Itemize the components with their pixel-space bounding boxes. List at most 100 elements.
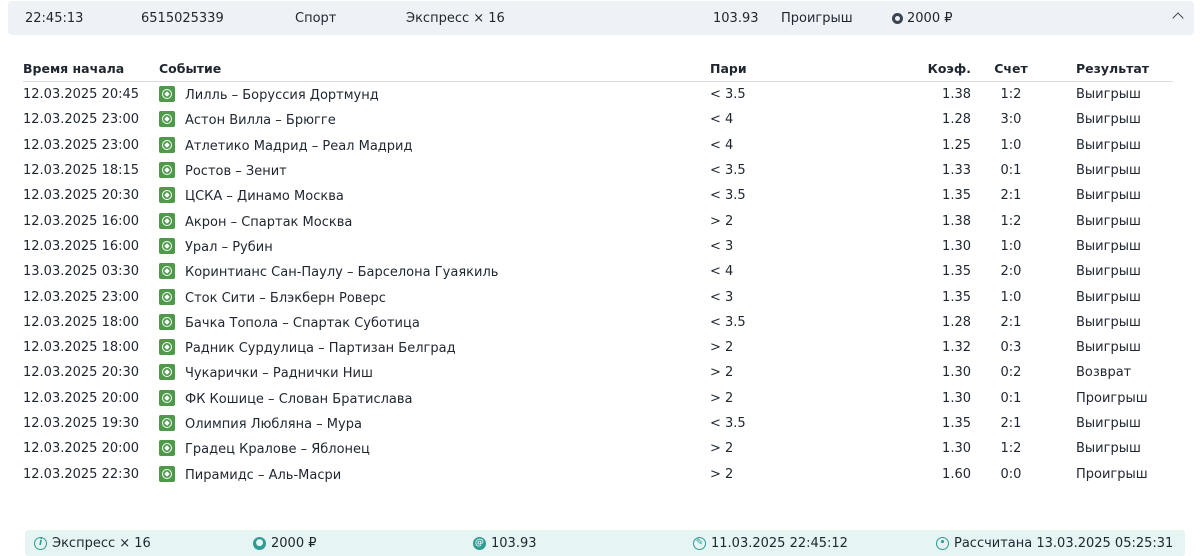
cell-start-time: 12.03.2025 18:15: [23, 158, 159, 183]
cell-score: 1:0: [971, 234, 1051, 259]
cell-start-time: 12.03.2025 20:45: [23, 82, 159, 108]
cell-pari: > 2: [710, 360, 906, 385]
cell-coef: 1.32: [906, 335, 971, 360]
cell-start-time-text: 12.03.2025 19:30: [23, 416, 140, 431]
cell-result-text: Выигрыш: [1076, 87, 1141, 103]
cell-pari: < 4: [710, 259, 906, 284]
cell-pari-text: < 4: [710, 137, 734, 153]
cell-pari: > 2: [710, 386, 906, 411]
chevron-up-icon[interactable]: [1172, 12, 1184, 24]
column-header-pari: Пари: [710, 55, 906, 82]
table-row: 12.03.2025 23:00 Атлетико Мадрид – Реал М…: [23, 133, 1173, 158]
table-row: 12.03.2025 23:00 Астон Вилла – Брюгге < 4 1…: [23, 107, 1173, 132]
cell-result: Выигрыш: [1051, 310, 1173, 335]
table-row: 12.03.2025 20:45 Лилль – Боруссия Дортмун…: [23, 82, 1173, 108]
cell-score: 0:1: [971, 386, 1051, 411]
cell-score-text: 0:1: [1000, 390, 1022, 406]
cell-coef-text: 1.30: [942, 365, 971, 381]
cell-pari: < 3.5: [710, 310, 906, 335]
table-row: 12.03.2025 20:30 ЦСКА – Динамо Москва < 3.…: [23, 183, 1173, 208]
table-row: 12.03.2025 22:30 Пирамидс – Аль-Масри > 2 1…: [23, 461, 1173, 486]
cell-start-time: 12.03.2025 16:00: [23, 208, 159, 233]
target-icon: •: [936, 537, 949, 550]
table-row: 12.03.2025 20:30 Чукарички – Раднички Ниш…: [23, 360, 1173, 385]
bet-summary-header[interactable]: 22:45:13 6515025339 Спорт Экспресс × 16 …: [8, 1, 1194, 35]
cell-pari: > 2: [710, 335, 906, 360]
cell-start-time-text: 12.03.2025 23:00: [23, 289, 140, 305]
cell-score-text: 1:0: [1000, 289, 1022, 305]
cell-coef: 1.30: [906, 386, 971, 411]
cell-result: Выигрыш: [1051, 335, 1173, 360]
cell-event-text: Урал – Рубин: [185, 239, 273, 255]
footer-settled-value: Рассчитана 13.03.2025 05:25:31: [954, 536, 1174, 551]
cell-coef-text: 1.28: [942, 314, 971, 330]
cell-pari-text: > 2: [710, 390, 734, 406]
footer-bet-type-value: Экспресс × 16: [52, 536, 151, 551]
cell-coef-text: 1.35: [942, 264, 971, 280]
cell-score: 2:0: [971, 259, 1051, 284]
table-row: 12.03.2025 19:30 Олимпия Любляна – Мура < …: [23, 411, 1173, 436]
cell-score: 3:0: [971, 107, 1051, 132]
cell-event: Бачка Топола – Спартак Суботица: [159, 310, 710, 335]
footer-placed-at: ✎ 11.03.2025 22:45:12: [693, 536, 848, 551]
cell-result: Выигрыш: [1051, 133, 1173, 158]
cell-event: Атлетико Мадрид – Реал Мадрид: [159, 133, 710, 158]
cell-result: Выигрыш: [1051, 411, 1173, 436]
footer-coefficient-value: 103.93: [491, 536, 537, 551]
cell-event-text: Радник Сурдулица – Партизан Белград: [185, 341, 456, 357]
cell-score-text: 0:1: [1000, 163, 1022, 179]
cell-score-text: 2:1: [1000, 188, 1022, 204]
cell-result: Проигрыш: [1051, 461, 1173, 486]
football-icon: [159, 288, 175, 305]
football-icon: [159, 415, 175, 431]
cell-score-text: 2:1: [1000, 314, 1022, 330]
cell-start-time-text: 12.03.2025 18:00: [23, 314, 140, 330]
footer-amount: ● 2000 ₽: [253, 536, 317, 551]
cell-result: Выигрыш: [1051, 234, 1173, 259]
cell-event-text: Бачка Топола – Спартак Суботица: [185, 315, 420, 331]
cell-score-text: 0:3: [1000, 340, 1022, 356]
cell-coef: 1.35: [906, 259, 971, 284]
cell-result-text: Выигрыш: [1076, 340, 1141, 356]
cell-coef-text: 1.30: [942, 390, 971, 406]
cell-start-time-text: 12.03.2025 20:00: [23, 441, 140, 457]
cell-result: Возврат: [1051, 360, 1173, 385]
cell-start-time-text: 12.03.2025 23:00: [23, 112, 140, 128]
cell-score-text: 2:0: [1000, 264, 1022, 280]
cell-coef: 1.28: [906, 107, 971, 132]
bet-amount-value: 2000 ₽: [907, 11, 953, 26]
cell-score: 1:2: [971, 208, 1051, 233]
cell-coef-text: 1.32: [942, 340, 971, 356]
events-table: Время начала Событие Пари Коэф. Счет Рез…: [23, 55, 1173, 487]
football-icon: [159, 339, 175, 356]
cell-score-text: 1:2: [1000, 213, 1022, 229]
football-icon: [159, 313, 175, 330]
cell-score: 1:0: [971, 284, 1051, 309]
cell-pari: < 3: [710, 234, 906, 259]
cell-coef: 1.30: [906, 360, 971, 385]
bet-id: 6515025339: [141, 11, 224, 26]
column-header-event: Событие: [159, 55, 710, 82]
cell-start-time-text: 13.03.2025 03:30: [23, 264, 140, 280]
cell-result: Выигрыш: [1051, 259, 1173, 284]
cell-pari: < 3.5: [710, 82, 906, 108]
cell-pari: > 2: [710, 208, 906, 233]
football-icon: [159, 465, 175, 482]
cell-coef: 1.25: [906, 133, 971, 158]
cell-start-time: 12.03.2025 20:00: [23, 436, 159, 461]
coins-icon: ●: [253, 537, 266, 550]
table-row: 12.03.2025 23:00 Сток Сити – Блэкберн Ров…: [23, 284, 1173, 309]
cell-start-time-text: 12.03.2025 20:45: [23, 87, 140, 103]
cell-pari-text: < 3.5: [710, 188, 746, 204]
cell-event: Градец Кралове – Яблонец: [159, 436, 710, 461]
cell-pari: < 3.5: [710, 158, 906, 183]
cell-start-time-text: 12.03.2025 20:30: [23, 365, 140, 381]
cell-result-text: Проигрыш: [1076, 466, 1148, 482]
football-icon: [159, 111, 175, 128]
footer-placed-at-value: 11.03.2025 22:45:12: [711, 536, 848, 551]
cell-pari-text: < 4: [710, 264, 734, 280]
cell-coef: 1.38: [906, 82, 971, 108]
cell-coef-text: 1.60: [942, 466, 971, 482]
cell-start-time: 12.03.2025 18:00: [23, 310, 159, 335]
cell-start-time: 12.03.2025 23:00: [23, 133, 159, 158]
